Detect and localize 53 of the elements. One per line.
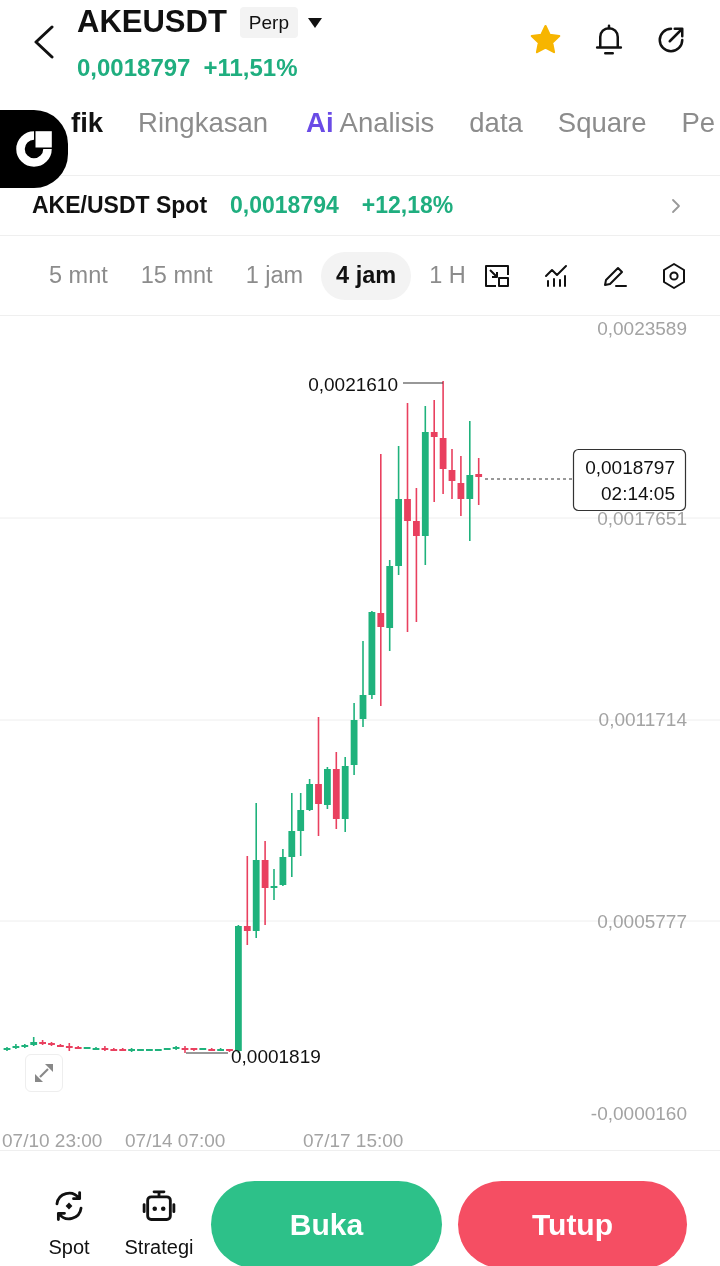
leader-line bbox=[402, 382, 444, 384]
timeframe-tab[interactable]: 4 jam bbox=[321, 251, 412, 300]
last-price-text: 0,0018797 bbox=[585, 457, 675, 478]
ai-label: Ai bbox=[306, 107, 334, 139]
star-icon[interactable] bbox=[529, 24, 562, 56]
axis-label: 07/17 15:00 bbox=[303, 1130, 404, 1150]
picture-in-picture-icon[interactable] bbox=[484, 263, 510, 288]
axis-label: 0,0011714 bbox=[598, 709, 687, 730]
tab[interactable]: Pe bbox=[681, 107, 716, 139]
countdown-text: 02:14:05 bbox=[601, 483, 675, 504]
timeframe-tab[interactable]: 1 jam bbox=[230, 251, 319, 300]
expand-icon bbox=[34, 1063, 54, 1083]
tab[interactable]: fik bbox=[71, 107, 104, 139]
spot-price: 0,0018794 bbox=[230, 192, 339, 219]
indicator-icon[interactable] bbox=[544, 263, 568, 288]
axis-label: 07/14 07:00 bbox=[125, 1130, 226, 1150]
close-position-button[interactable]: Tutup bbox=[458, 1181, 687, 1266]
share-icon[interactable] bbox=[656, 25, 686, 55]
contract-type-label: Perp bbox=[239, 6, 298, 38]
high-price-label: 0,0021610 bbox=[308, 374, 398, 395]
open-position-button[interactable]: Buka bbox=[211, 1181, 442, 1266]
caret-down-icon[interactable] bbox=[308, 18, 322, 28]
candle bbox=[137, 1048, 144, 1052]
fullscreen-button[interactable] bbox=[25, 1054, 63, 1092]
robot-icon bbox=[141, 1189, 177, 1223]
spot-pair-link[interactable]: AKE/USDT Spot bbox=[32, 192, 208, 219]
settings-icon[interactable] bbox=[662, 261, 686, 290]
pair-title: AKEUSDT bbox=[77, 3, 227, 41]
last-price: 0,0018797 bbox=[77, 54, 191, 82]
low-price-label: 0,0001819 bbox=[231, 1046, 321, 1067]
leader-line bbox=[185, 1052, 229, 1054]
timeframe-tab[interactable]: 5 mnt bbox=[34, 251, 123, 300]
axis-label: 0,0017651 bbox=[597, 508, 687, 529]
tab[interactable]: data bbox=[469, 107, 523, 139]
tab[interactable]: Ringkasan bbox=[138, 107, 269, 139]
timeframe-tab[interactable]: 15 mnt bbox=[125, 251, 228, 300]
timeframe-tab[interactable]: 1 H bbox=[414, 251, 481, 300]
shortcut-button[interactable]: Strategi bbox=[124, 1189, 194, 1258]
chevron-right-icon[interactable] bbox=[671, 197, 681, 214]
axis-label: 0,0005777 bbox=[597, 911, 687, 932]
tab[interactable]: Ai Analisis bbox=[306, 107, 435, 139]
shortcut-button[interactable]: Spot bbox=[34, 1189, 104, 1258]
candle bbox=[48, 1041, 55, 1047]
spot-change: +12,18% bbox=[361, 192, 454, 219]
floating-button[interactable] bbox=[0, 110, 68, 188]
axis-label: 0,0023589 bbox=[597, 318, 687, 339]
bell-icon[interactable] bbox=[594, 23, 624, 57]
back-button[interactable] bbox=[33, 25, 55, 59]
tab[interactable]: Square bbox=[557, 107, 647, 139]
price-change: +11,51% bbox=[203, 54, 298, 82]
axis-label: 07/10 23:00 bbox=[2, 1130, 103, 1150]
axis-label: -0,0000160 bbox=[590, 1103, 687, 1124]
candle bbox=[226, 1048, 233, 1053]
